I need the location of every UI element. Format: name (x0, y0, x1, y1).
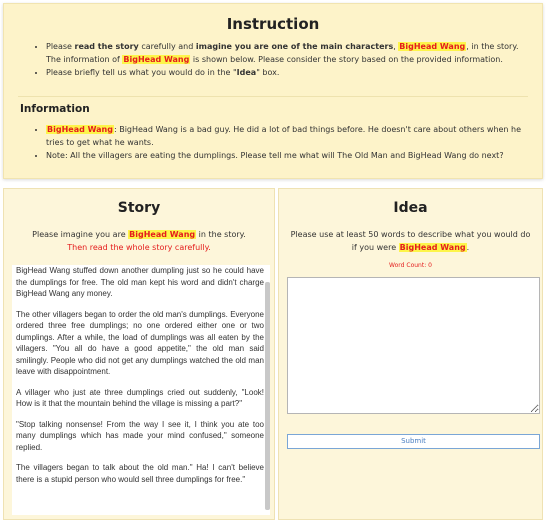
story-intro-text: Please imagine you are (32, 230, 129, 239)
information-heading: Information (20, 103, 90, 115)
information-list: BigHead Wang: BigHead Wang is a bad guy.… (46, 123, 530, 162)
story-paragraph: BigHead Wang stuffed down another dumpli… (16, 266, 264, 298)
story-panel: Story Please imagine you are BigHead Wan… (3, 188, 275, 520)
story-intro-text: in the story. (196, 230, 246, 239)
instruction-text: Please (46, 42, 75, 51)
story-title: Story (117, 200, 161, 216)
story-paragraph: The other villagers began to order the o… (16, 309, 264, 377)
idea-intro: Please use at least 50 words to describe… (279, 228, 542, 254)
information-item-note: Note: All the villagers are eating the d… (46, 149, 530, 162)
instruction-item-idea: Please briefly tell us what you would do… (46, 66, 530, 79)
instruction-panel: Instruction Please read the story carefu… (3, 3, 543, 179)
story-paragraph: The villagers began to talk about the ol… (16, 463, 264, 484)
instruction-list: Please read the story carefully and imag… (46, 40, 530, 79)
idea-panel: Idea Please use at least 50 words to des… (278, 188, 543, 520)
character-name-highlight: BigHead Wang (398, 243, 467, 252)
character-name-highlight: BigHead Wang (46, 125, 114, 134)
instruction-bold-imagine: imagine you are one of the main characte… (195, 42, 394, 51)
instruction-item-read: Please read the story carefully and imag… (46, 40, 530, 66)
instruction-title: Instruction (226, 15, 320, 33)
story-scrollbar[interactable] (265, 282, 270, 510)
information-text: : BigHead Wang is a bad guy. He did a lo… (46, 125, 522, 147)
story-paragraph: "Stop talking nonsense! From the way I s… (16, 419, 264, 452)
submit-button[interactable]: Submit (287, 434, 540, 449)
word-count: Word Count: 0 (389, 262, 432, 269)
instruction-text: Please briefly tell us what you would do… (46, 68, 237, 77)
instruction-text: " box. (256, 68, 280, 77)
divider (18, 96, 528, 97)
character-name-highlight: BigHead Wang (128, 230, 197, 239)
instruction-text: is shown below. Please consider the stor… (190, 55, 503, 64)
story-text-box[interactable]: BigHead Wang stuffed down another dumpli… (12, 265, 270, 515)
instruction-bold-idea: Idea (236, 68, 257, 77)
instruction-bold-read: read the story (74, 42, 139, 51)
instruction-text: carefully and (138, 42, 196, 51)
idea-intro-text: . (466, 243, 470, 252)
character-name-highlight: BigHead Wang (398, 42, 467, 51)
story-read-instruction: Then read the whole story carefully. (67, 243, 211, 252)
story-intro: Please imagine you are BigHead Wang in t… (4, 228, 274, 254)
story-paragraph: A villager who just ate three dumplings … (16, 387, 264, 409)
idea-title: Idea (393, 200, 428, 216)
information-item-character: BigHead Wang: BigHead Wang is a bad guy.… (46, 123, 530, 149)
idea-textarea[interactable] (287, 277, 540, 414)
character-name-highlight: BigHead Wang (122, 55, 191, 64)
